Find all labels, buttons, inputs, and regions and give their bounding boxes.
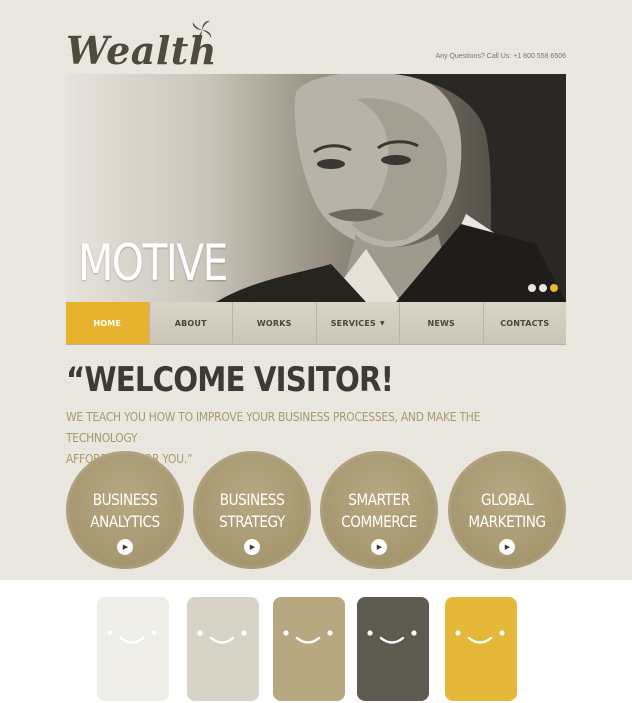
hero-title: MOTIVE [78,234,229,292]
slider-pagination[interactable] [528,284,558,292]
color-swatch [357,597,429,701]
swirl-icon [192,20,212,40]
header-contact: Any Questions? Call Us: +1 800 558 6506 [435,53,566,60]
nav-contacts[interactable]: CONTACTS [484,302,567,344]
nav-home[interactable]: HOME [66,302,150,344]
welcome-heading: “WELCOME VISITOR! [66,360,394,400]
color-swatch [187,597,259,701]
color-swatch [273,597,345,701]
nav-services[interactable]: SERVICES ▼ [317,302,400,344]
slider-dot[interactable] [528,284,536,292]
nav-news[interactable]: NEWS [400,302,484,344]
smiley-face-icon [197,630,247,644]
nav-about[interactable]: ABOUT [150,302,233,344]
smiley-face-icon [367,630,417,644]
arrow-right-icon[interactable]: ▶ [499,539,515,555]
nav-works[interactable]: WORKS [233,302,317,344]
service-circle-business-strategy[interactable]: BUSINESS STRATEGY ▶ [193,451,311,569]
service-circle-smarter-commerce[interactable]: SMARTER COMMERCE ▶ [320,451,438,569]
slider-dot[interactable] [539,284,547,292]
hero-slider[interactable]: MOTIVE [66,74,566,302]
arrow-right-icon[interactable]: ▶ [244,539,260,555]
smiley-face-icon [455,630,505,644]
smiley-face-icon [283,630,333,644]
arrow-right-icon[interactable]: ▶ [371,539,387,555]
color-swatch [97,597,169,701]
service-circle-global-marketing[interactable]: GLOBAL MARKETING ▶ [448,451,566,569]
slider-dot-active[interactable] [550,284,558,292]
chevron-down-icon: ▼ [379,319,385,327]
service-circle-business-analytics[interactable]: BUSINESS ANALYTICS ▶ [66,451,184,569]
main-navigation: HOME ABOUT WORKS SERVICES ▼ NEWS CONTACTS [66,302,566,345]
color-swatch [445,597,517,701]
smiley-face-icon [107,630,157,644]
arrow-right-icon[interactable]: ▶ [117,539,133,555]
website-mockup: Wealth Any Questions? Call Us: +1 800 55… [0,0,632,580]
